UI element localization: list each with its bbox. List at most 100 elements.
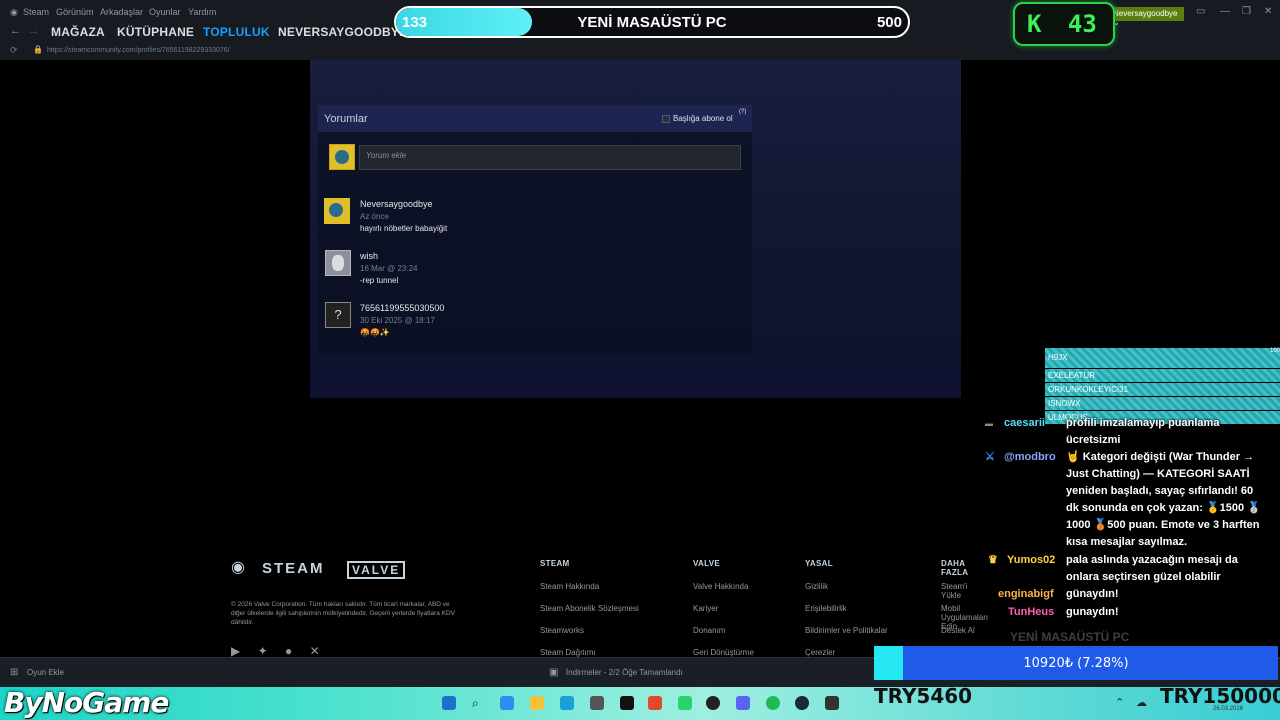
menu-item-steam[interactable]: Steam [23,7,49,17]
nav-community[interactable]: TOPLULUK [203,25,270,39]
footer-link[interactable]: Steam Hakkında [540,582,599,591]
back-arrow-icon[interactable]: ← [10,25,21,37]
donation-goal-bar: 10920₺ (7.28%) [874,646,1278,680]
menu-item-friends[interactable]: Arkadaşlar [100,7,143,17]
comment-author[interactable]: Neversaygoodbye [360,199,433,209]
stream-goal-bar: 133 YENİ MASAÜSTÜ PC 500 [394,6,910,38]
folder-icon[interactable] [530,696,544,710]
goal-title: YENİ MASAÜSTÜ PC [577,14,727,31]
brave-icon[interactable] [648,696,662,710]
kick-logo-icon: K [1027,10,1042,38]
kick-viewer-badge: K 43 [1013,2,1115,46]
forward-arrow-icon[interactable]: → [28,25,39,37]
chat-username: TunHeus [1008,606,1055,618]
comment-time: 30 Eki 2025 @ 18:17 [360,316,435,325]
obs-icon[interactable] [706,696,720,710]
nav-store[interactable]: MAĞAZA [51,25,105,39]
add-game-button[interactable]: Oyun Ekle [27,668,64,677]
snipping-icon[interactable] [590,696,604,710]
chat-message: pala aslında yazacağın mesajı da onlara … [1066,554,1238,583]
comment-input[interactable]: Yorum ekle [359,145,741,170]
facebook-icon[interactable]: ● [285,644,292,658]
downloads-status[interactable]: İndirmeler - 2/2 Öğe Tamamlandı [566,668,683,677]
footer-link[interactable]: Destek Al [941,626,975,635]
avatar[interactable] [329,144,355,170]
menu-item-help[interactable]: Yardım [188,7,216,17]
comment-time: 16 Mar @ 23:24 [360,264,418,273]
nav-profile[interactable]: NEVERSAYGOODBYE [278,25,407,39]
footer-link[interactable]: Steam Abonelik Sözleşmesi [540,604,639,613]
lock-icon: 🔒 [33,45,43,54]
comment-text: -rep tunnel [360,276,399,285]
viewer-count: 43 [1067,10,1097,38]
footer-link[interactable]: Steam Dağıtımı [540,648,596,657]
refresh-icon[interactable]: ⟳ [10,45,18,56]
footer-heading-steam: STEAM [540,559,570,568]
search-icon[interactable]: ⌕ [472,696,486,710]
footer-heading-legal: YASAL [805,559,833,568]
youtube-icon[interactable]: ▶ [231,644,240,658]
spotify-icon[interactable] [766,696,780,710]
avatar[interactable] [324,198,350,224]
x-icon[interactable]: ✕ [310,644,320,658]
url-text[interactable]: https://steamcommunity.com/profiles/7656… [47,47,230,54]
comment-author[interactable]: wish [360,251,378,261]
windows-taskbar [0,687,1280,720]
close-icon[interactable]: ✕ [1264,6,1272,17]
footer-link[interactable]: Kariyer [693,604,718,613]
menu-item-games[interactable]: Oyunlar [149,7,181,17]
chevron-up-icon[interactable]: ⌃ [1115,696,1129,710]
steam-taskbar-icon[interactable] [795,696,809,710]
whatsapp-icon[interactable] [678,696,692,710]
footer-link[interactable]: Bildirimler ve Politikalar [805,626,888,635]
discord-icon[interactable] [736,696,750,710]
minimize-icon[interactable]: — [1220,6,1230,17]
add-icon[interactable]: ⊞ [10,667,18,678]
donation-goal-min: TRY5460 [874,684,973,708]
bynogame-logo: ByNoGame [4,686,169,719]
twitter-icon[interactable]: ✦ [258,644,268,658]
comments-header: Yorumlar Başlığa abone ol (?) [318,105,752,132]
chat-message: gunaydın! [1066,606,1119,618]
maximize-icon[interactable]: ❐ [1242,6,1251,17]
store-icon[interactable] [560,696,574,710]
widgets-icon[interactable] [500,696,514,710]
footer-link[interactable]: Valve Hakkında [693,582,748,591]
chat-username: Yumos02 [1007,554,1056,566]
footer-link[interactable]: Donanım [693,626,725,635]
donation-goal-title: YENİ MASAÜSTÜ PC [1010,630,1130,644]
chat-username: enginabigf [998,588,1054,600]
subscribe-checkbox[interactable] [662,115,670,123]
user-account-button[interactable]: Neversaygoodbye ⌄ [1110,7,1184,27]
app-icon[interactable] [825,696,839,710]
nav-library[interactable]: KÜTÜPHANE [117,25,194,39]
leaderboard-row: ORKUNKOKLEYICI31 [1045,383,1280,396]
screen-icon[interactable]: ▭ [1196,6,1205,17]
comment-time: Az önce [360,212,389,221]
help-icon[interactable]: (?) [739,109,746,115]
comment-text: hayırlı nöbetler babayiğit [360,224,448,233]
download-icon[interactable]: ▣ [549,667,558,678]
footer-link[interactable]: Erişilebilirlik [805,604,847,613]
chat-username: caesarii [1004,417,1045,429]
cloud-icon[interactable]: ☁ [1136,696,1150,710]
comment-author[interactable]: 76561199555030500 [360,303,444,313]
leaderboard-row: H9JX [1045,348,1280,368]
leaderboard-row: EXELEATUR [1045,369,1280,382]
footer-link[interactable]: Gizlilik [805,582,828,591]
footer-link[interactable]: Geri Dönüştürme [693,648,754,657]
avatar[interactable] [325,250,351,276]
start-icon[interactable] [442,696,456,710]
chat-message: profili imzalamayıp puanlama ücretsizmi [1066,417,1220,446]
menu-item-view[interactable]: Görünüm [56,7,94,17]
notion-icon[interactable] [620,696,634,710]
footer-link[interactable]: Çerezler [805,648,835,657]
question-mark-icon[interactable]: ? [325,302,351,328]
valve-logo[interactable]: VALVE [347,561,406,579]
crown-badge-icon: ♛ [988,554,998,566]
subscribe-label[interactable]: Başlığa abone ol [673,114,733,123]
footer-link[interactable]: Steamworks [540,626,584,635]
steam-wordmark[interactable]: STEAM [262,560,325,577]
comments-title: Yorumlar [324,113,368,125]
donation-goal-value: 10920₺ (7.28%) [1023,656,1129,671]
